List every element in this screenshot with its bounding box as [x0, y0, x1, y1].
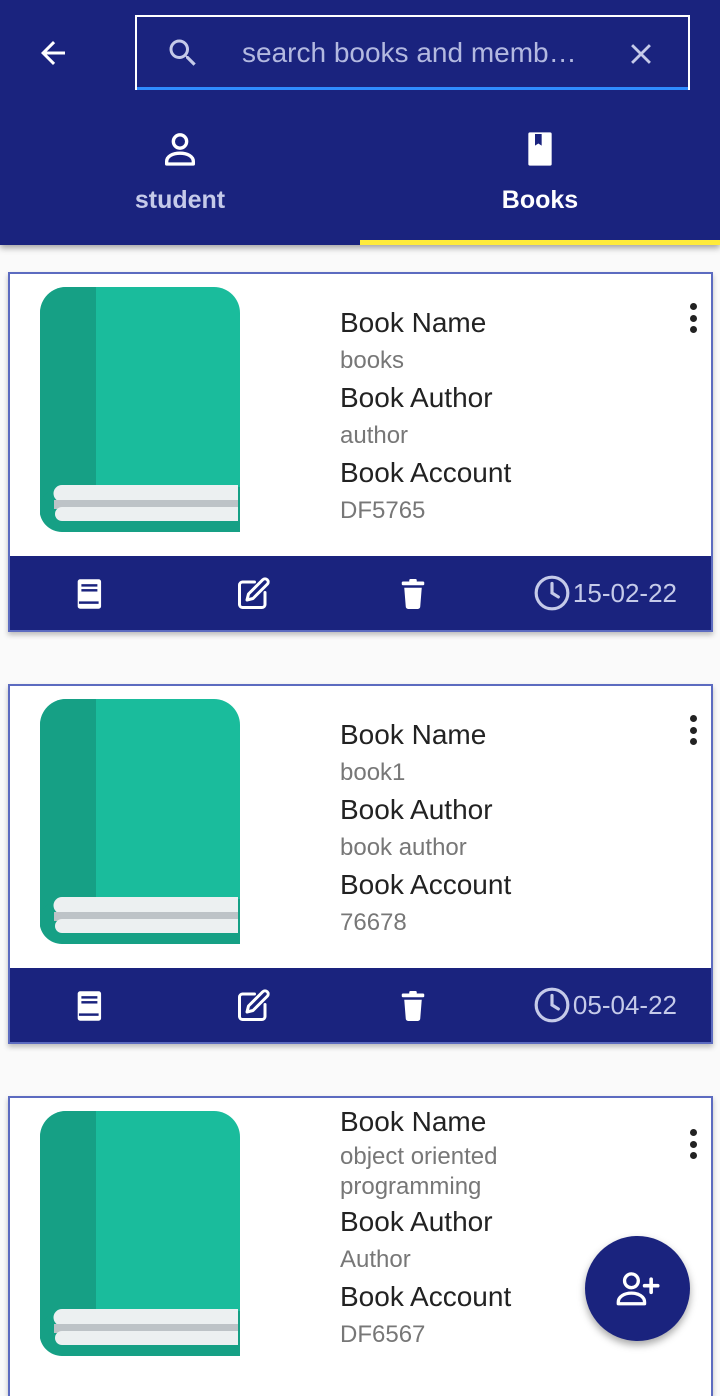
edit-book-button[interactable] [235, 988, 271, 1024]
tab-student-label: student [134, 186, 226, 214]
clock-icon [534, 987, 570, 1023]
view-book-button[interactable] [72, 576, 108, 612]
search-input[interactable] [242, 31, 602, 75]
book-author-value: author [340, 422, 409, 449]
book-name-value: book1 [340, 759, 406, 786]
card-actions: 15-02-22 [10, 556, 711, 630]
book-account-label: Book Account [340, 1281, 512, 1312]
book-icon [77, 991, 102, 1021]
issue-date-text: 05-04-22 [572, 989, 677, 1020]
back-button[interactable] [28, 28, 78, 78]
book-author-label: Book Author [340, 382, 493, 413]
search-icon [169, 39, 196, 66]
book-account-value: DF6567 [340, 1321, 426, 1348]
card-actions: 05-04-22 [10, 968, 711, 1042]
book-author-label: Book Author [340, 1206, 493, 1237]
book-name-label: Book Name [340, 719, 487, 750]
book-account-value: DF5765 [340, 497, 426, 524]
book-name-value: books [340, 347, 405, 374]
book-author-value: Author [340, 1246, 411, 1273]
book-account-label: Book Account [340, 457, 512, 488]
book-icon [528, 132, 552, 166]
delete-book-button[interactable] [395, 988, 431, 1024]
more-vert-icon[interactable] [681, 1126, 705, 1162]
trash-icon [401, 991, 425, 1021]
book-icon [77, 579, 102, 609]
edit-icon [238, 577, 270, 609]
book-card[interactable]: Book Name book1 Book Author book author … [8, 684, 713, 1044]
delete-book-button[interactable] [395, 576, 431, 612]
edit-book-button[interactable] [235, 576, 271, 612]
book-name-label: Book Name [340, 1106, 487, 1137]
app-bar: student Books [0, 0, 720, 245]
book-account-label: Book Account [340, 869, 512, 900]
book-name-value: object oriented programming [340, 1143, 498, 1200]
tab-books[interactable]: Books [360, 118, 720, 245]
book-cover-icon [40, 1111, 240, 1356]
arrow-left-icon [41, 41, 65, 65]
person-icon [165, 133, 195, 166]
issue-date-text: 15-02-22 [572, 577, 677, 608]
trash-icon [401, 579, 425, 609]
clock-icon [534, 575, 570, 611]
book-author-label: Book Author [340, 794, 493, 825]
more-vert-icon[interactable] [681, 300, 705, 336]
issue-date: 05-04-22 [533, 986, 677, 1024]
book-account-value: 76678 [340, 909, 407, 936]
more-vert-icon[interactable] [681, 712, 705, 748]
add-member-button[interactable] [585, 1236, 690, 1341]
view-book-button[interactable] [72, 988, 108, 1024]
book-cover-icon [40, 287, 240, 532]
book-cover-icon [40, 699, 240, 944]
book-name-label: Book Name [340, 307, 487, 338]
book-card[interactable]: Book Name books Book Author author Book … [8, 272, 713, 632]
tab-student[interactable]: student [0, 118, 360, 245]
tab-bar: student Books [0, 118, 720, 245]
add-person-icon [616, 1271, 660, 1305]
tab-books-label: Books [501, 186, 579, 214]
close-icon[interactable] [624, 37, 658, 71]
issue-date: 15-02-22 [533, 574, 677, 612]
book-author-value: book author [340, 834, 467, 861]
search-box [135, 15, 690, 90]
edit-icon [238, 989, 270, 1021]
